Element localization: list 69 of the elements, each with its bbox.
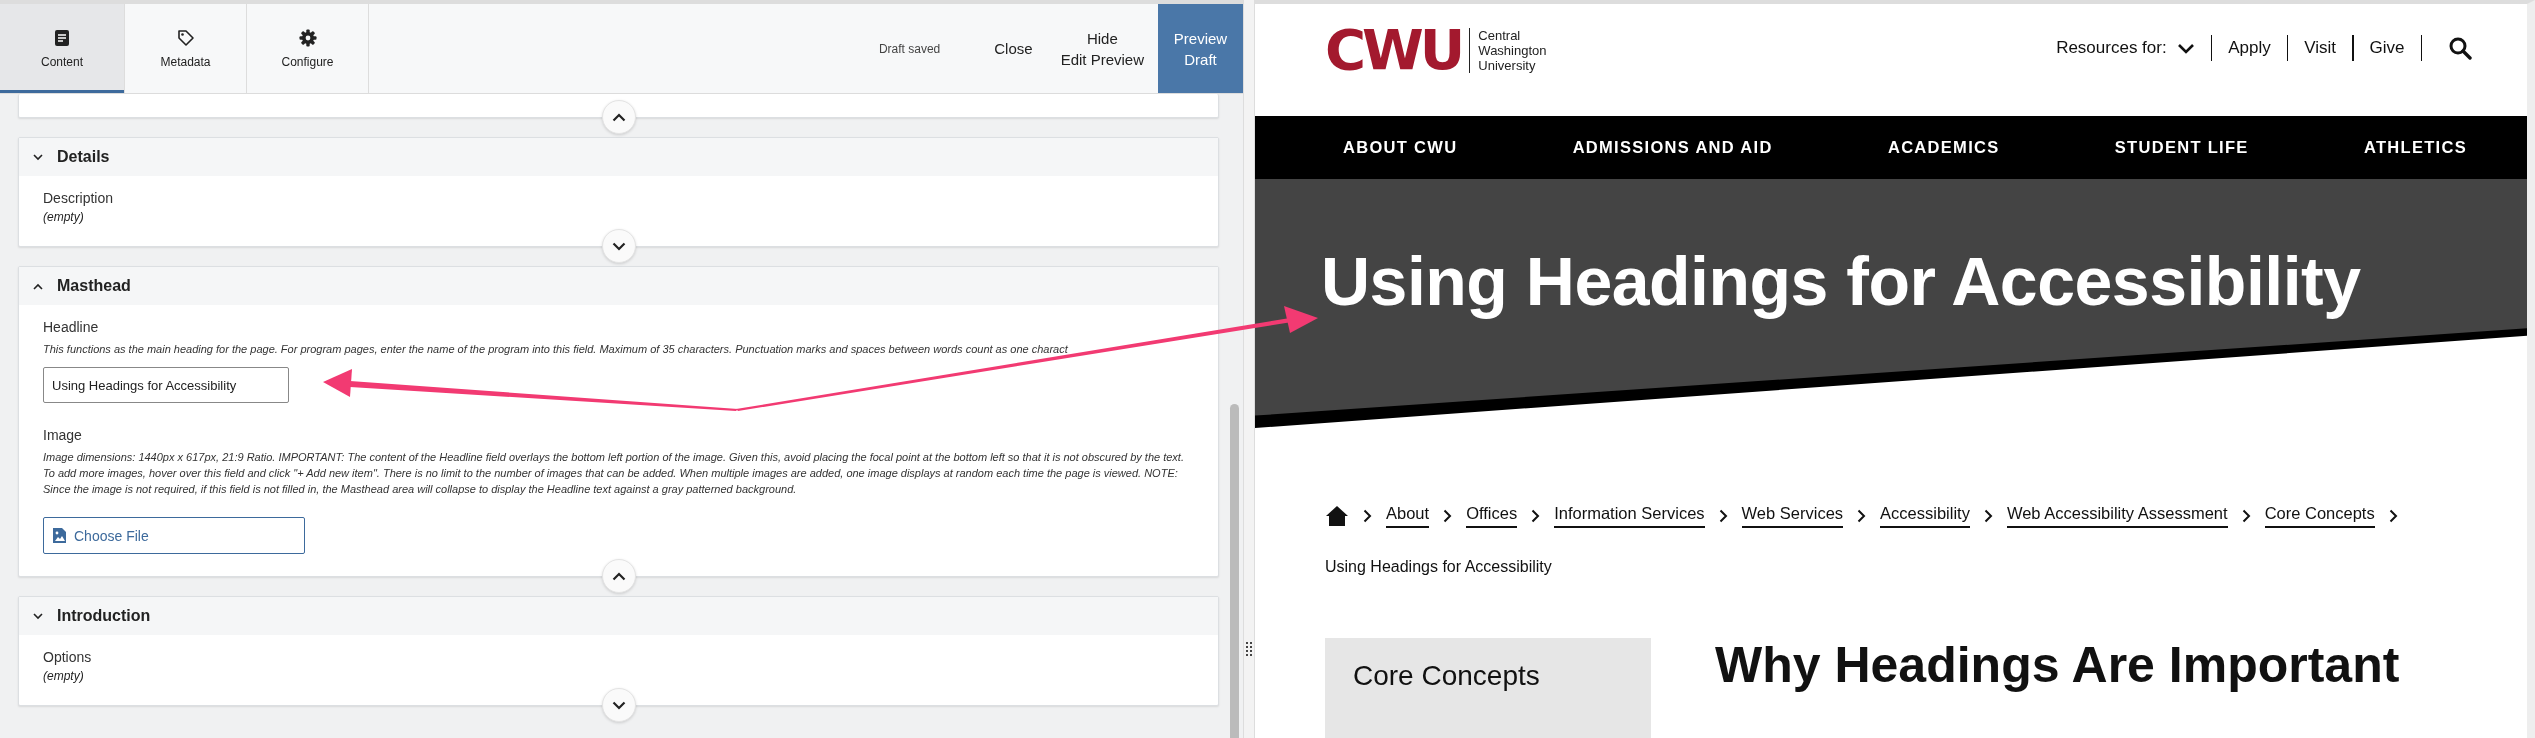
chevron-right-icon (1857, 509, 1867, 523)
university-logo[interactable]: CWU Central Washington University (1325, 22, 1547, 79)
expand-button[interactable] (601, 229, 636, 263)
section-header[interactable]: Details (19, 138, 1218, 176)
document-icon (54, 28, 70, 47)
chevron-right-icon (1983, 509, 1993, 523)
field-label: Image (43, 427, 82, 443)
nav-link[interactable]: ADMISSIONS AND AID (1572, 138, 1773, 158)
chevron-down-icon (611, 241, 626, 251)
breadcrumb-link[interactable]: Web Accessibility Assessment (2006, 504, 2228, 528)
nav-link[interactable]: ABOUT CWU (1343, 138, 1458, 158)
utility-link[interactable]: Give (2369, 38, 2405, 59)
chevron-right-icon (1718, 509, 1728, 523)
nav-link[interactable]: ACADEMICS (1887, 138, 2000, 158)
toolbar-button[interactable]: Close (980, 4, 1047, 93)
editor-tab[interactable]: Content (0, 4, 125, 93)
breadcrumb-link[interactable]: Information Services (1554, 504, 1705, 528)
help-text: This functions as the main heading for the page. For program pages, enter the name of the program into this field. Maximum of 35 characters. Punctuation marks and spaces between words count as one charact (43, 342, 1068, 357)
chevron-right-icon (1443, 509, 1453, 523)
chevron-up-icon (611, 571, 626, 581)
collapse-button[interactable] (601, 559, 636, 593)
editor-tab[interactable]: Metadata (125, 4, 247, 93)
section-title: Introduction (57, 607, 151, 625)
current-page: Using Headings for Accessibility (1324, 557, 1553, 576)
grip-icon (1246, 641, 1252, 657)
field-label: Description (43, 190, 114, 206)
collapse-button[interactable] (601, 100, 636, 134)
chevron-right-icon (2388, 509, 2398, 523)
toolbar-button[interactable]: Hide Edit Preview (1046, 4, 1158, 93)
section-title: Masthead (57, 277, 131, 295)
expand-button[interactable] (601, 688, 636, 722)
save-status: Draft saved (878, 41, 941, 56)
tag-icon (176, 28, 195, 47)
breadcrumb-link[interactable]: About (1386, 504, 1430, 528)
nav-link[interactable]: ATHLETICS (2363, 138, 2467, 158)
editor-tab[interactable]: Configure (247, 4, 369, 93)
nav-link[interactable]: STUDENT LIFE (2114, 138, 2249, 158)
image-icon (52, 527, 67, 544)
sidebar-title: Core Concepts (1353, 660, 1540, 691)
chevron-up-icon (611, 112, 626, 122)
field-value: (empty) (43, 210, 84, 224)
chevron-down-icon (611, 700, 626, 710)
page-headline: Using Headings for Accessibility (1321, 241, 2362, 321)
help-text: Image dimensions: 1440px x 617px, 21:9 Ratio. IMPORTANT: The content of the Headline field overlays the bottom left portion of the image. Given this, avoid placing the focal point at the bottom left so that it is not obscured by the text. To add more images, hover over this field and click "+ Add new item". There is no limit to the number of images that can be added. When multiple images are added, one image displays at random each time the page is viewed. NOTE: Since the image is not required, if this field is not filled in, the Masthead area will collapse to display the Headline text against a gray patterned background. (43, 450, 1185, 497)
chevron-down-icon (2176, 42, 2195, 54)
breadcrumb-link[interactable]: Accessibility (1880, 504, 1970, 528)
section-header[interactable]: Masthead (19, 267, 1218, 305)
search-icon[interactable] (2448, 36, 2472, 61)
section-header[interactable]: Introduction (19, 597, 1218, 635)
field-label: Headline (43, 319, 99, 335)
home-icon[interactable] (1325, 505, 1349, 527)
choose-file-button[interactable]: Choose File (43, 517, 305, 554)
chevron-right-icon (1363, 509, 1372, 523)
field-label: Options (43, 649, 92, 665)
preview-draft-button[interactable]: Preview Draft (1158, 4, 1243, 93)
breadcrumb-link[interactable]: Core Concepts (2264, 504, 2375, 528)
chevron-right-icon (2241, 509, 2251, 523)
headline-input[interactable]: Using Headings for Accessibility (43, 367, 289, 403)
scrollbar[interactable] (1230, 404, 1239, 738)
field-value: (empty) (43, 669, 84, 683)
utility-link[interactable]: Apply (2228, 38, 2271, 59)
breadcrumb-link[interactable]: Web Services (1741, 504, 1844, 528)
settings-icon (298, 28, 317, 47)
section-heading: Why Headings Are Important (1715, 638, 2400, 693)
resources-menu[interactable]: Resources for: (2056, 38, 2195, 59)
chevron-right-icon (1531, 509, 1541, 523)
utility-link[interactable]: Visit (2304, 38, 2337, 59)
section-title: Details (57, 148, 110, 166)
breadcrumb-link[interactable]: Offices (1466, 504, 1518, 528)
